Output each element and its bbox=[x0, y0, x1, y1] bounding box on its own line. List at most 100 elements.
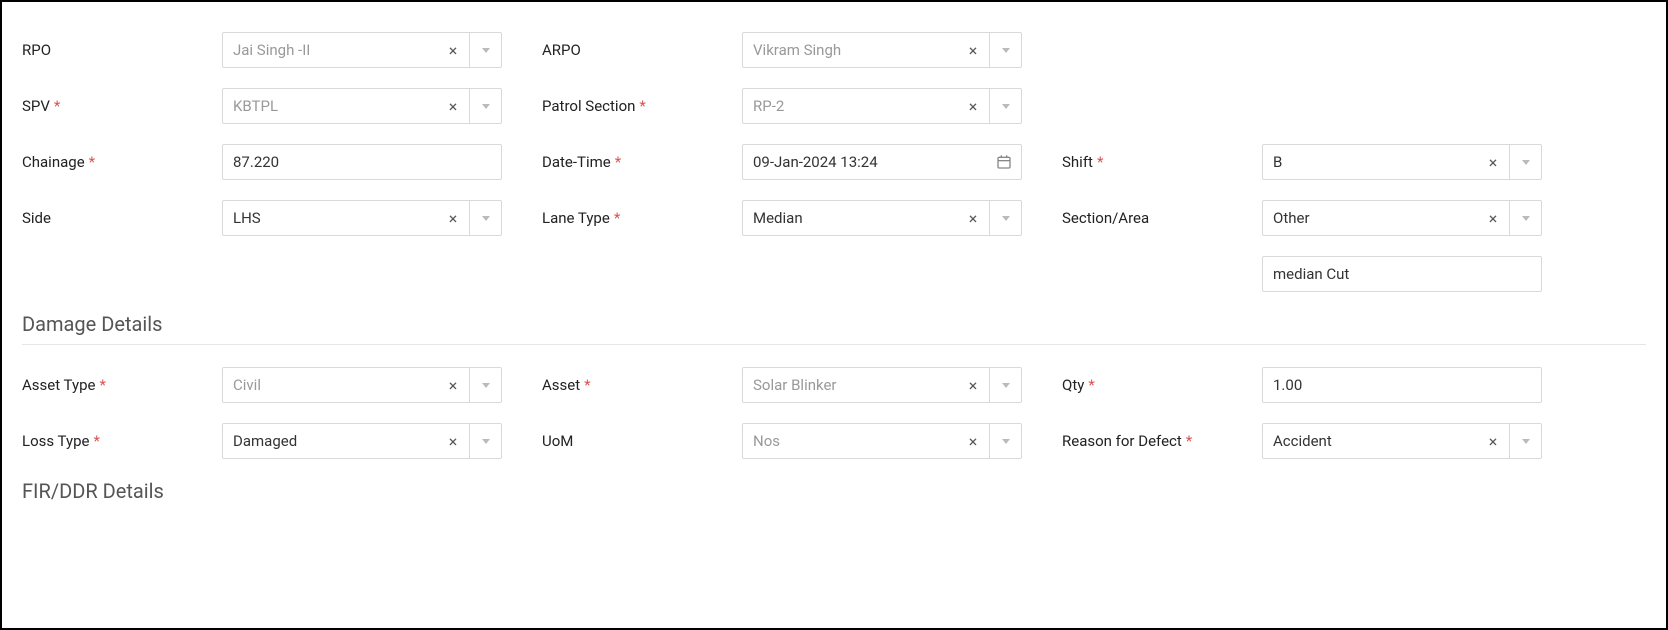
form-frame: RPO Jai Singh -II × ARPO Vikram Singh × bbox=[0, 0, 1668, 630]
side-value: LHS bbox=[223, 209, 437, 227]
lane-type-select[interactable]: Median × bbox=[742, 200, 1022, 236]
asset-type-value: Civil bbox=[223, 376, 437, 394]
field-asset-type: Asset Type* Civil × bbox=[22, 367, 522, 403]
label-patrol-section: Patrol Section* bbox=[542, 97, 742, 115]
shift-select[interactable]: B × bbox=[1262, 144, 1542, 180]
side-select[interactable]: LHS × bbox=[222, 200, 502, 236]
clear-icon[interactable]: × bbox=[957, 89, 989, 123]
label-chainage: Chainage* bbox=[22, 153, 222, 171]
label-loss-type: Loss Type* bbox=[22, 432, 222, 450]
calendar-icon[interactable] bbox=[987, 145, 1021, 179]
field-reason-defect: Reason for Defect* Accident × bbox=[1062, 423, 1562, 459]
section-area-value: Other bbox=[1263, 209, 1477, 227]
shift-value: B bbox=[1263, 153, 1477, 171]
asset-type-select[interactable]: Civil × bbox=[222, 367, 502, 403]
loss-type-value: Damaged bbox=[223, 432, 437, 450]
rpo-select[interactable]: Jai Singh -II × bbox=[222, 32, 502, 68]
chevron-down-icon[interactable] bbox=[469, 33, 501, 67]
clear-icon[interactable]: × bbox=[1477, 145, 1509, 179]
chevron-down-icon[interactable] bbox=[1509, 145, 1541, 179]
section-area-other-input[interactable] bbox=[1263, 257, 1541, 291]
chevron-down-icon[interactable] bbox=[469, 201, 501, 235]
field-rpo: RPO Jai Singh -II × bbox=[22, 32, 522, 68]
field-lane-type: Lane Type* Median × bbox=[542, 200, 1042, 236]
field-section-area: Section/Area Other × bbox=[1062, 200, 1562, 236]
qty-input[interactable] bbox=[1263, 368, 1541, 402]
label-section-area: Section/Area bbox=[1062, 209, 1262, 227]
patrol-section-value: RP-2 bbox=[743, 97, 957, 115]
clear-icon[interactable]: × bbox=[437, 89, 469, 123]
chevron-down-icon[interactable] bbox=[469, 89, 501, 123]
label-asset-type: Asset Type* bbox=[22, 376, 222, 394]
clear-icon[interactable]: × bbox=[957, 368, 989, 402]
field-arpo: ARPO Vikram Singh × bbox=[542, 32, 1042, 68]
clear-icon[interactable]: × bbox=[957, 33, 989, 67]
chevron-down-icon[interactable] bbox=[989, 33, 1021, 67]
reason-defect-select[interactable]: Accident × bbox=[1262, 423, 1542, 459]
label-rpo: RPO bbox=[22, 41, 222, 59]
divider bbox=[22, 344, 1646, 345]
label-reason-defect: Reason for Defect* bbox=[1062, 432, 1262, 450]
chevron-down-icon[interactable] bbox=[469, 424, 501, 458]
lane-type-value: Median bbox=[743, 209, 957, 227]
qty-input-wrap bbox=[1262, 367, 1542, 403]
row-asset-type-asset-qty: Asset Type* Civil × Asset* Solar Blinker… bbox=[22, 367, 1646, 403]
label-side: Side bbox=[22, 209, 222, 227]
row-side-lane-section: Side LHS × Lane Type* Median × Section/A… bbox=[22, 200, 1646, 236]
patrol-section-select[interactable]: RP-2 × bbox=[742, 88, 1022, 124]
label-shift: Shift* bbox=[1062, 153, 1262, 171]
row-rpo-arpo: RPO Jai Singh -II × ARPO Vikram Singh × bbox=[22, 32, 1646, 68]
clear-icon[interactable]: × bbox=[957, 201, 989, 235]
row-section-area-other bbox=[22, 256, 1646, 292]
loss-type-select[interactable]: Damaged × bbox=[222, 423, 502, 459]
label-lane-type: Lane Type* bbox=[542, 209, 742, 227]
clear-icon[interactable]: × bbox=[437, 368, 469, 402]
field-shift: Shift* B × bbox=[1062, 144, 1562, 180]
clear-icon[interactable]: × bbox=[1477, 424, 1509, 458]
field-patrol-section: Patrol Section* RP-2 × bbox=[542, 88, 1042, 124]
row-losstype-uom-reason: Loss Type* Damaged × UoM Nos × Reason fo… bbox=[22, 423, 1646, 459]
arpo-select[interactable]: Vikram Singh × bbox=[742, 32, 1022, 68]
clear-icon[interactable]: × bbox=[1477, 201, 1509, 235]
field-asset: Asset* Solar Blinker × bbox=[542, 367, 1042, 403]
chainage-input[interactable] bbox=[223, 145, 501, 179]
clear-icon[interactable]: × bbox=[437, 33, 469, 67]
field-loss-type: Loss Type* Damaged × bbox=[22, 423, 522, 459]
chevron-down-icon[interactable] bbox=[469, 368, 501, 402]
clear-icon[interactable]: × bbox=[957, 424, 989, 458]
asset-select[interactable]: Solar Blinker × bbox=[742, 367, 1022, 403]
chainage-input-wrap bbox=[222, 144, 502, 180]
label-uom: UoM bbox=[542, 432, 742, 450]
label-asset: Asset* bbox=[542, 376, 742, 394]
arpo-value: Vikram Singh bbox=[743, 41, 957, 59]
rpo-value: Jai Singh -II bbox=[223, 41, 437, 59]
field-spv: SPV* KBTPL × bbox=[22, 88, 522, 124]
label-spv: SPV* bbox=[22, 97, 222, 115]
row-spv-patrol: SPV* KBTPL × Patrol Section* RP-2 × bbox=[22, 88, 1646, 124]
clear-icon[interactable]: × bbox=[437, 424, 469, 458]
uom-select[interactable]: Nos × bbox=[742, 423, 1022, 459]
datetime-input-wrap bbox=[742, 144, 1022, 180]
field-uom: UoM Nos × bbox=[542, 423, 1042, 459]
section-area-other-wrap bbox=[1262, 256, 1542, 292]
section-area-select[interactable]: Other × bbox=[1262, 200, 1542, 236]
chevron-down-icon[interactable] bbox=[989, 201, 1021, 235]
chevron-down-icon[interactable] bbox=[989, 368, 1021, 402]
fir-ddr-header: FIR/DDR Details bbox=[22, 479, 1646, 503]
datetime-input[interactable] bbox=[743, 145, 987, 179]
chevron-down-icon[interactable] bbox=[989, 89, 1021, 123]
damage-details-header: Damage Details bbox=[22, 312, 1646, 336]
spv-select[interactable]: KBTPL × bbox=[222, 88, 502, 124]
asset-value: Solar Blinker bbox=[743, 376, 957, 394]
field-chainage: Chainage* bbox=[22, 144, 522, 180]
label-datetime: Date-Time* bbox=[542, 153, 742, 171]
spv-value: KBTPL bbox=[223, 97, 437, 115]
chevron-down-icon[interactable] bbox=[989, 424, 1021, 458]
reason-defect-value: Accident bbox=[1263, 432, 1477, 450]
chevron-down-icon[interactable] bbox=[1509, 424, 1541, 458]
chevron-down-icon[interactable] bbox=[1509, 201, 1541, 235]
clear-icon[interactable]: × bbox=[437, 201, 469, 235]
uom-value: Nos bbox=[743, 432, 957, 450]
field-side: Side LHS × bbox=[22, 200, 522, 236]
field-qty: Qty* bbox=[1062, 367, 1562, 403]
